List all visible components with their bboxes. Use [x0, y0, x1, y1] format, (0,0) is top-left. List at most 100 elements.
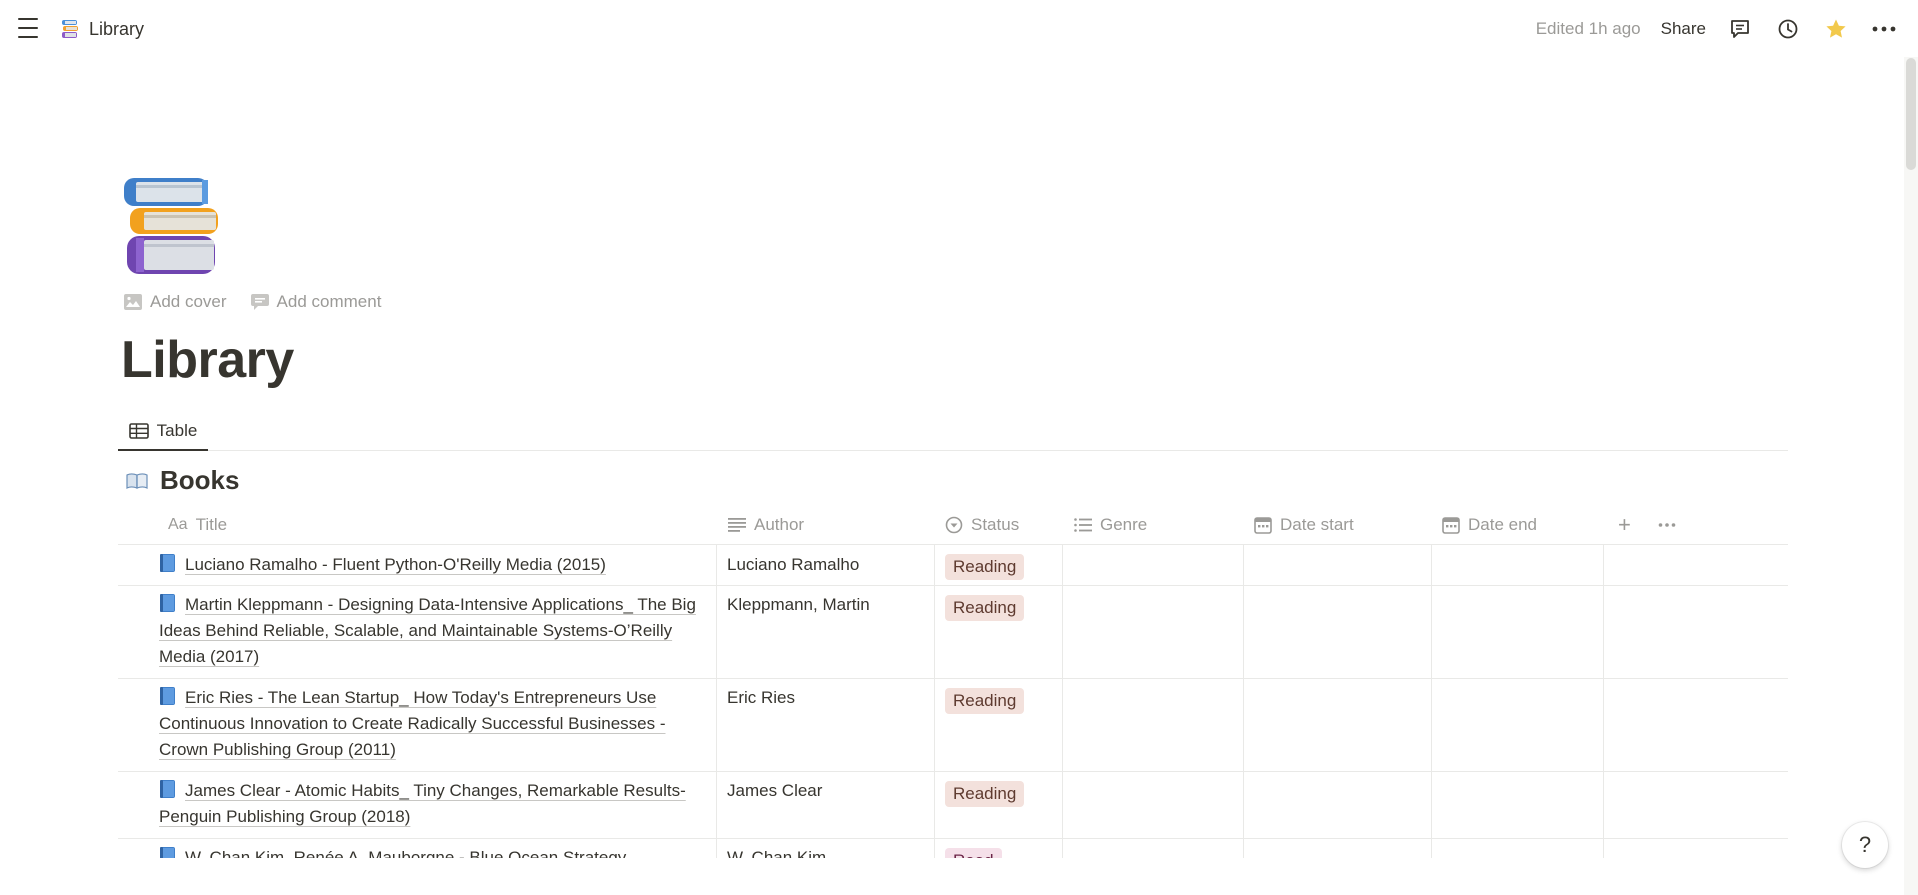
history-clock-icon[interactable]	[1774, 15, 1802, 43]
author-text: James Clear	[727, 781, 823, 800]
top-bar-actions: Edited 1h ago Share	[1536, 14, 1898, 44]
add-cover-button[interactable]: Add cover	[124, 292, 227, 312]
genre-cell[interactable]	[1062, 772, 1243, 838]
row-title[interactable]: Luciano Ramalho - Fluent Python-O'Reilly…	[159, 552, 704, 578]
books-icon	[124, 178, 218, 274]
genre-cell[interactable]	[1062, 839, 1243, 858]
books-table: Aa Title Author Status Genre Date start	[118, 506, 1788, 858]
date-end-cell[interactable]	[1431, 545, 1603, 585]
database-title[interactable]: Books	[126, 465, 239, 496]
page-header-actions: Add cover Add comment	[124, 292, 381, 312]
sidebar-toggle-icon[interactable]	[16, 17, 40, 39]
status-icon	[945, 516, 963, 534]
row-title[interactable]: W. Chan Kim, Renée A. Mauborgne - Blue O…	[159, 845, 704, 858]
breadcrumb-page-label: Library	[89, 18, 145, 39]
author-text: W. Chan Kim	[727, 848, 827, 858]
row-title-text: James Clear - Atomic Habits_ Tiny Change…	[159, 781, 686, 826]
author-text: Kleppmann, Martin	[727, 595, 870, 614]
table-more-options-icon[interactable]	[1658, 506, 1676, 544]
date-end-cell[interactable]	[1431, 679, 1603, 771]
column-status-label: Status	[971, 515, 1020, 534]
date-start-cell[interactable]	[1243, 586, 1431, 678]
column-genre-label: Genre	[1100, 515, 1148, 534]
book-icon	[160, 594, 175, 612]
column-date-end-label: Date end	[1468, 515, 1537, 534]
add-property-icon[interactable]: +	[1618, 506, 1631, 544]
row-title[interactable]: Martin Kleppmann - Designing Data-Intens…	[159, 592, 704, 670]
comments-icon[interactable]	[1726, 15, 1754, 43]
row-title[interactable]: James Clear - Atomic Habits_ Tiny Change…	[159, 778, 704, 830]
tab-table[interactable]: Table	[118, 412, 208, 451]
date-end-cell[interactable]	[1431, 586, 1603, 678]
date-start-cell[interactable]	[1243, 772, 1431, 838]
page-title[interactable]: Library	[121, 330, 294, 390]
row-title-text: Martin Kleppmann - Designing Data-Intens…	[159, 595, 696, 666]
column-header-date-start[interactable]: Date start	[1254, 506, 1354, 544]
table-row[interactable]: W. Chan Kim, Renée A. Mauborgne - Blue O…	[118, 839, 1788, 858]
book-icon	[160, 554, 175, 572]
scrollbar-thumb[interactable]	[1906, 58, 1916, 170]
books-icon	[62, 20, 78, 38]
date-start-cell[interactable]	[1243, 679, 1431, 771]
status-cell[interactable]: Reading	[934, 586, 1062, 678]
tab-table-label: Table	[156, 420, 198, 440]
row-title-text: Luciano Ramalho - Fluent Python-O'Reilly…	[185, 555, 606, 574]
row-title[interactable]: Eric Ries - The Lean Startup_ How Today'…	[159, 685, 704, 763]
status-badge: Reading	[945, 595, 1025, 621]
table-row[interactable]: Martin Kleppmann - Designing Data-Intens…	[118, 586, 1788, 679]
author-cell[interactable]: James Clear	[716, 772, 934, 838]
add-cover-label: Add cover	[150, 292, 227, 311]
genre-cell[interactable]	[1062, 545, 1243, 585]
column-header-title[interactable]: Aa Title	[168, 506, 227, 544]
author-cell[interactable]: Kleppmann, Martin	[716, 586, 934, 678]
help-button[interactable]: ?	[1842, 822, 1888, 868]
status-cell[interactable]: Read	[934, 839, 1062, 858]
row-title-text: Eric Ries - The Lean Startup_ How Today'…	[159, 688, 666, 759]
genre-cell[interactable]	[1062, 586, 1243, 678]
favorite-star-icon[interactable]	[1822, 15, 1850, 43]
column-title-label: Title	[195, 515, 228, 534]
more-options-icon[interactable]	[1870, 15, 1898, 43]
column-header-status[interactable]: Status	[945, 506, 1019, 544]
list-icon	[1074, 518, 1092, 532]
row-title-text: W. Chan Kim, Renée A. Mauborgne - Blue O…	[185, 848, 627, 858]
status-cell[interactable]: Reading	[934, 545, 1062, 585]
book-icon	[160, 687, 175, 705]
share-button[interactable]: Share	[1661, 19, 1706, 39]
empty-cell	[1603, 545, 1789, 585]
table-header: Aa Title Author Status Genre Date start	[118, 506, 1788, 545]
view-tabs: Table	[118, 412, 1788, 451]
calendar-icon	[1442, 516, 1460, 534]
status-badge: Reading	[945, 781, 1025, 807]
status-badge: Reading	[945, 688, 1025, 714]
edited-timestamp: Edited 1h ago	[1535, 19, 1641, 38]
column-date-start-label: Date start	[1280, 515, 1354, 534]
author-cell[interactable]: W. Chan Kim	[716, 839, 934, 858]
table-row[interactable]: Eric Ries - The Lean Startup_ How Today'…	[118, 679, 1788, 772]
column-header-genre[interactable]: Genre	[1074, 506, 1147, 544]
database-title-text: Books	[160, 465, 240, 495]
author-cell[interactable]: Eric Ries	[716, 679, 934, 771]
date-end-cell[interactable]	[1431, 839, 1603, 858]
status-cell[interactable]: Reading	[934, 679, 1062, 771]
date-end-cell[interactable]	[1431, 772, 1603, 838]
add-comment-button[interactable]: Add comment	[250, 292, 381, 312]
breadcrumb[interactable]: Library	[61, 16, 144, 42]
date-start-cell[interactable]	[1243, 545, 1431, 585]
lines-icon	[728, 518, 746, 532]
date-start-cell[interactable]	[1243, 839, 1431, 858]
column-header-date-end[interactable]: Date end	[1442, 506, 1537, 544]
status-badge: Reading	[945, 554, 1025, 580]
author-text: Eric Ries	[727, 688, 796, 707]
empty-cell	[1603, 839, 1789, 858]
status-cell[interactable]: Reading	[934, 772, 1062, 838]
column-header-author[interactable]: Author	[728, 506, 804, 544]
genre-cell[interactable]	[1062, 679, 1243, 771]
table-row[interactable]: Luciano Ramalho - Fluent Python-O'Reilly…	[118, 545, 1788, 586]
page-icon[interactable]	[124, 176, 224, 276]
scrollbar-track[interactable]	[1904, 57, 1918, 895]
table-row[interactable]: James Clear - Atomic Habits_ Tiny Change…	[118, 772, 1788, 839]
status-badge: Read	[945, 848, 1002, 858]
page-viewport: Library Edited 1h ago Share Add cover Ad…	[0, 0, 1918, 858]
author-cell[interactable]: Luciano Ramalho	[716, 545, 934, 585]
